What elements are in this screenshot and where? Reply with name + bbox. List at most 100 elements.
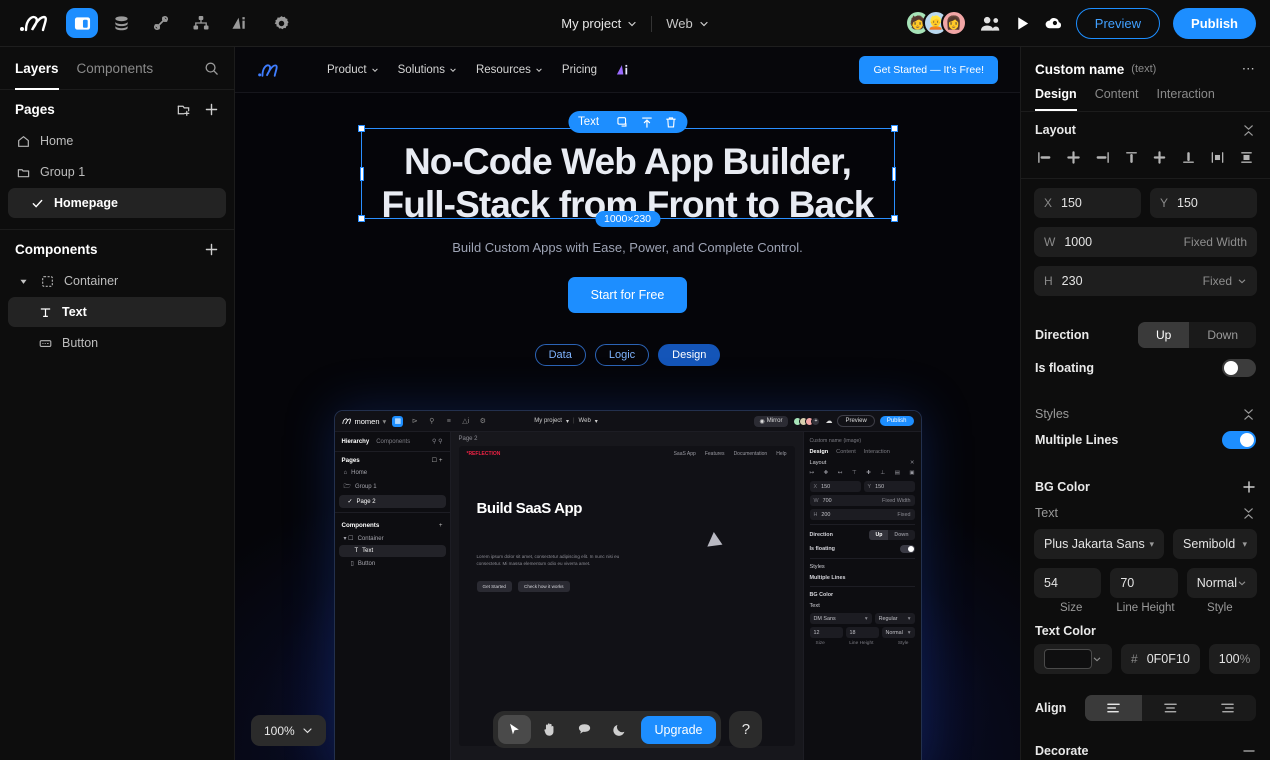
app-builder-icon[interactable] [66,8,98,38]
collapse-icon[interactable] [1243,124,1256,137]
x-value: 150 [1061,196,1082,210]
font-size-field[interactable]: 54 [1034,568,1102,598]
pages-title: Pages [15,102,55,117]
chevron-down-icon: ▾ [1242,538,1247,549]
align-bottom-icon[interactable] [1178,148,1199,167]
direction-up-option[interactable]: Up [1137,322,1190,348]
h-mode-select[interactable]: Fixed [1203,274,1247,288]
publish-button[interactable]: Publish [1173,7,1256,39]
height-field[interactable]: H 230 Fixed [1034,266,1257,296]
delete-icon[interactable] [664,116,677,129]
collaborator-avatars[interactable]: 🧑 👱 👩 [904,10,967,36]
align-top-icon[interactable] [1121,148,1142,167]
momen-mark-icon[interactable] [257,62,283,78]
layer-item-container[interactable]: Container [8,266,226,296]
opacity-field[interactable]: 100 % [1208,644,1261,674]
platform-selector[interactable]: Web [658,12,717,35]
tab-content[interactable]: Content [1095,87,1139,111]
font-style-select[interactable]: Normal [1186,568,1258,598]
zoom-control[interactable]: 100% [251,715,326,746]
selection-toolbar[interactable]: Text [567,111,688,133]
resize-handle[interactable] [890,125,898,132]
width-field[interactable]: W 1000 Fixed Width [1034,227,1257,257]
site-cta-button[interactable]: Get Started — It's Free! [859,55,998,84]
momen-logo-icon[interactable] [14,8,60,38]
search-icon[interactable] [204,61,219,76]
sidebar-item-home[interactable]: Home [8,126,226,156]
distribute-v-icon[interactable] [1236,148,1257,167]
database-icon[interactable] [104,8,138,38]
play-icon[interactable] [1014,15,1031,32]
help-button[interactable]: ? [729,711,763,748]
font-family-select[interactable]: Plus Jakarta Sans ▾ [1034,529,1165,559]
collapse-icon[interactable] [1243,408,1256,421]
site-nav-links: Product Solutions Resources Pricing [327,63,632,77]
font-weight-select[interactable]: Semibold ▾ [1173,529,1257,559]
x-field[interactable]: X 150 [1034,188,1141,218]
add-icon[interactable] [1242,480,1256,494]
workflow-icon[interactable] [184,8,218,38]
pill-data[interactable]: Data [534,344,586,366]
hand-tool[interactable] [533,715,566,744]
cursor-tool[interactable] [497,715,531,744]
nav-label: Solutions [397,63,445,76]
add-component-icon[interactable] [204,242,219,257]
layer-item-button[interactable]: Button [8,328,226,358]
nav-link-solutions[interactable]: Solutions [398,64,457,76]
embedded-layer-container: ▾ ☐ Container [343,535,384,543]
hex-field[interactable]: # 0F0F10 [1121,644,1200,674]
check-icon [30,197,45,210]
resize-handle[interactable] [357,125,365,132]
multiple-lines-toggle[interactable] [1222,431,1256,449]
nav-link-resources[interactable]: Resources [476,64,543,76]
tab-design[interactable]: Design [1035,87,1077,111]
duplicate-icon[interactable] [616,116,629,129]
invite-people-icon[interactable] [980,15,1001,32]
cloud-icon[interactable] [1044,15,1063,32]
sidebar-item-homepage[interactable]: Homepage [8,188,226,218]
nav-link-product[interactable]: Product [327,64,379,76]
floating-toggle[interactable] [1222,359,1256,377]
color-swatch-select[interactable] [1034,644,1112,674]
avatar[interactable]: 👩 [940,10,967,36]
add-page-icon[interactable] [204,102,219,117]
align-text-center-icon[interactable] [1142,695,1199,721]
align-text-right-icon[interactable] [1199,695,1256,721]
pill-logic[interactable]: Logic [594,344,650,366]
sidebar-item-group-1[interactable]: Group 1 [8,157,226,187]
align-right-icon[interactable] [1092,148,1113,167]
layer-item-text[interactable]: Text [8,297,226,327]
hero-cta-button[interactable]: Start for Free [567,277,688,313]
new-folder-icon[interactable] [176,102,191,117]
tab-components[interactable]: Components [77,47,154,90]
chevron-down-icon[interactable] [16,277,31,286]
w-mode[interactable]: Fixed Width [1184,235,1247,249]
settings-icon[interactable] [264,8,298,38]
move-up-icon[interactable] [640,116,653,129]
api-icon[interactable] [144,8,178,38]
tab-layers[interactable]: Layers [15,47,59,90]
minus-icon[interactable] [1242,744,1256,758]
canvas-area[interactable]: Product Solutions Resources Pricing Get … [235,47,1020,760]
collapse-icon[interactable] [1243,507,1256,520]
align-middle-v-icon[interactable] [1149,148,1170,167]
embedded-right-panel: Custom name (image) Design Content Inter… [802,432,921,760]
pill-design[interactable]: Design [658,344,721,366]
align-left-icon[interactable] [1034,148,1055,167]
direction-down-option[interactable]: Down [1189,322,1256,348]
comment-tool[interactable] [568,715,601,744]
more-options-icon[interactable]: ⋯ [1242,61,1256,77]
nav-link-pricing[interactable]: Pricing [562,64,597,76]
ai-icon[interactable] [224,8,258,38]
project-selector[interactable]: My project [553,12,645,35]
preview-button[interactable]: Preview [1075,7,1161,39]
ai-icon[interactable] [616,63,632,77]
tab-interaction[interactable]: Interaction [1156,87,1214,111]
align-text-left-icon[interactable] [1085,695,1142,721]
distribute-h-icon[interactable] [1207,148,1228,167]
align-center-h-icon[interactable] [1063,148,1084,167]
dark-mode-tool[interactable] [603,715,636,744]
line-height-field[interactable]: 70 [1110,568,1178,598]
y-field[interactable]: Y 150 [1150,188,1257,218]
upgrade-button[interactable]: Upgrade [640,715,717,744]
